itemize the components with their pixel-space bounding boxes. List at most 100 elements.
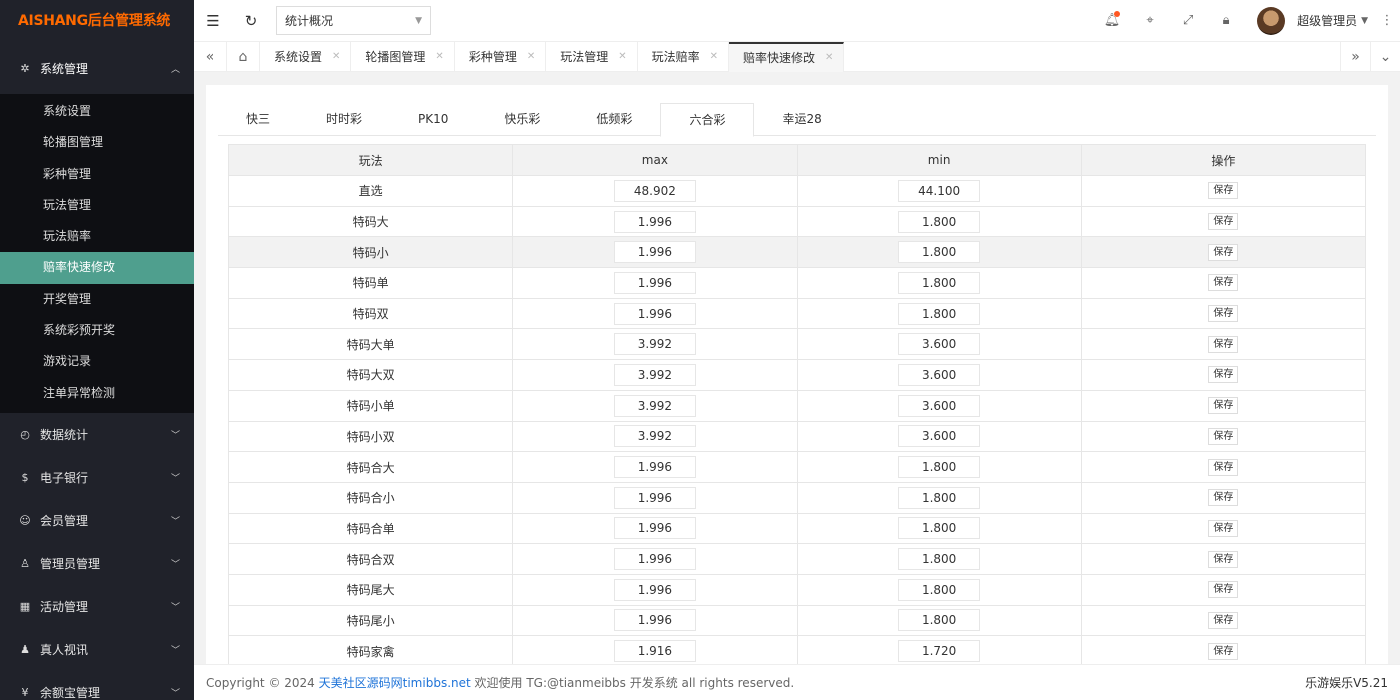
avatar[interactable] <box>1257 6 1286 35</box>
sidebar-item[interactable]: 系统彩预开奖 <box>0 315 194 346</box>
stats-select[interactable]: 统计概况 ▼ <box>276 6 431 35</box>
sidebar-item[interactable]: 玩法管理 <box>0 190 194 221</box>
max-input[interactable]: 1.996 <box>613 486 696 509</box>
save-button[interactable]: 保存 <box>1208 427 1239 445</box>
lottery-tab[interactable]: PK10 <box>390 103 476 136</box>
close-icon[interactable]: ✕ <box>710 42 718 72</box>
page-tab[interactable]: 玩法赔率 ✕ <box>638 42 730 72</box>
max-input[interactable]: 1.996 <box>613 578 696 601</box>
page-tab[interactable]: 轮播图管理 ✕ <box>351 42 455 72</box>
save-button[interactable]: 保存 <box>1208 335 1239 353</box>
close-icon[interactable]: ✕ <box>527 42 535 72</box>
sidebar-group-header[interactable]: ☺ 会员管理 ﹀ <box>0 499 194 542</box>
sidebar-item[interactable]: 注单异常检测 <box>0 378 194 409</box>
lottery-tab[interactable]: 低频彩 <box>568 103 660 136</box>
min-input[interactable]: 1.800 <box>898 609 981 632</box>
sidebar-item[interactable]: 玩法赔率 <box>0 221 194 252</box>
sidebar-group-system-header[interactable]: ✲ 系统管理 ︿ <box>0 42 194 94</box>
max-input[interactable]: 48.902 <box>613 179 696 202</box>
min-input[interactable]: 1.800 <box>898 302 981 325</box>
max-input[interactable]: 1.996 <box>613 548 696 571</box>
sidebar-group-header[interactable]: ¥ 余额宝管理 ﹀ <box>0 671 194 700</box>
lock-icon[interactable]: 🔒︎ <box>1207 13 1245 28</box>
min-input[interactable]: 3.600 <box>898 394 981 417</box>
tabs-scroll-left-icon[interactable]: « <box>194 42 227 72</box>
sidebar-item[interactable]: 彩种管理 <box>0 159 194 190</box>
user-caret-icon[interactable]: ▼ <box>1361 16 1368 26</box>
save-button[interactable]: 保存 <box>1208 642 1239 660</box>
min-input[interactable]: 1.800 <box>898 578 981 601</box>
tabs-menu-chevron-icon[interactable]: ⌄ <box>1370 42 1400 72</box>
close-icon[interactable]: ✕ <box>618 42 626 72</box>
sidebar-group-header[interactable]: ♙ 管理员管理 ﹀ <box>0 542 194 585</box>
sidebar-group-header[interactable]: ♟ 真人视讯 ﹀ <box>0 628 194 671</box>
max-input[interactable]: 1.996 <box>613 517 696 540</box>
min-input[interactable]: 1.800 <box>898 241 981 264</box>
min-input[interactable]: 3.600 <box>898 333 981 356</box>
page-tab[interactable]: 彩种管理 ✕ <box>455 42 547 72</box>
sidebar-item[interactable]: 轮播图管理 <box>0 127 194 158</box>
max-input[interactable]: 1.996 <box>613 210 696 233</box>
page-tab[interactable]: 系统设置 ✕ <box>260 42 352 72</box>
max-input[interactable]: 1.996 <box>613 271 696 294</box>
save-button[interactable]: 保存 <box>1208 243 1239 261</box>
save-button[interactable]: 保存 <box>1208 458 1239 476</box>
min-input[interactable]: 1.800 <box>898 210 981 233</box>
min-input[interactable]: 3.600 <box>898 363 981 386</box>
max-input[interactable]: 1.916 <box>613 640 696 663</box>
sidebar-item[interactable]: 开奖管理 <box>0 284 194 315</box>
sidebar-group-header[interactable]: ◴ 数据统计 ﹀ <box>0 413 194 456</box>
max-input[interactable]: 3.992 <box>613 425 696 448</box>
page-tab[interactable]: 玩法管理 ✕ <box>546 42 638 72</box>
home-icon[interactable]: ⌂ <box>227 42 260 72</box>
max-input[interactable]: 1.996 <box>613 456 696 479</box>
save-button[interactable]: 保存 <box>1208 397 1239 415</box>
tabs-scroll-right-icon[interactable]: » <box>1340 42 1370 72</box>
save-button[interactable]: 保存 <box>1208 305 1239 323</box>
min-input[interactable]: 44.100 <box>898 179 981 202</box>
min-input[interactable]: 1.800 <box>898 271 981 294</box>
save-button[interactable]: 保存 <box>1208 581 1239 599</box>
fullscreen-icon[interactable]: ⤢ <box>1169 13 1207 28</box>
save-button[interactable]: 保存 <box>1208 550 1239 568</box>
close-icon[interactable]: ✕ <box>825 43 833 73</box>
menu-collapse-icon[interactable]: ☰ <box>194 12 232 30</box>
page-tab[interactable]: 赔率快速修改 ✕ <box>729 42 845 73</box>
lottery-tab[interactable]: 六合彩 <box>660 103 755 137</box>
min-input[interactable]: 1.720 <box>898 640 981 663</box>
max-input[interactable]: 3.992 <box>613 363 696 386</box>
save-button[interactable]: 保存 <box>1208 489 1239 507</box>
save-button[interactable]: 保存 <box>1208 366 1239 384</box>
save-button[interactable]: 保存 <box>1208 213 1239 231</box>
lottery-tab[interactable]: 时时彩 <box>298 103 390 136</box>
refresh-icon[interactable]: ↻ <box>232 12 270 30</box>
max-input[interactable]: 1.996 <box>613 302 696 325</box>
sidebar-item[interactable]: 系统设置 <box>0 96 194 127</box>
user-name[interactable]: 超级管理员 <box>1297 12 1357 29</box>
sidebar-group-header[interactable]: $ 电子银行 ﹀ <box>0 456 194 499</box>
max-input[interactable]: 1.996 <box>613 609 696 632</box>
min-input[interactable]: 1.800 <box>898 517 981 540</box>
app-logo[interactable]: AISHANG后台管理系统 <box>0 0 194 42</box>
more-vertical-icon[interactable]: ⋮ <box>1374 13 1400 28</box>
close-icon[interactable]: ✕ <box>332 42 340 72</box>
close-icon[interactable]: ✕ <box>435 42 443 72</box>
lottery-tab[interactable]: 快乐彩 <box>476 103 568 136</box>
save-button[interactable]: 保存 <box>1208 182 1239 200</box>
min-input[interactable]: 1.800 <box>898 548 981 571</box>
min-input[interactable]: 1.800 <box>898 486 981 509</box>
max-input[interactable]: 3.992 <box>613 333 696 356</box>
save-button[interactable]: 保存 <box>1208 611 1239 629</box>
lottery-tab[interactable]: 幸运28 <box>754 103 849 136</box>
save-button[interactable]: 保存 <box>1208 274 1239 292</box>
sidebar-item[interactable]: 游戏记录 <box>0 346 194 377</box>
sidebar-group-header[interactable]: ▦ 活动管理 ﹀ <box>0 585 194 628</box>
bell-icon[interactable]: 🔔︎ <box>1093 11 1131 28</box>
sidebar-item[interactable]: 赔率快速修改 <box>0 252 194 284</box>
save-button[interactable]: 保存 <box>1208 519 1239 537</box>
max-input[interactable]: 3.992 <box>613 394 696 417</box>
min-input[interactable]: 3.600 <box>898 425 981 448</box>
tag-icon[interactable]: ⌖ <box>1131 13 1169 28</box>
footer-link[interactable]: 天美社区源码网timibbs.net <box>319 674 471 691</box>
lottery-tab[interactable]: 快三 <box>218 103 298 136</box>
